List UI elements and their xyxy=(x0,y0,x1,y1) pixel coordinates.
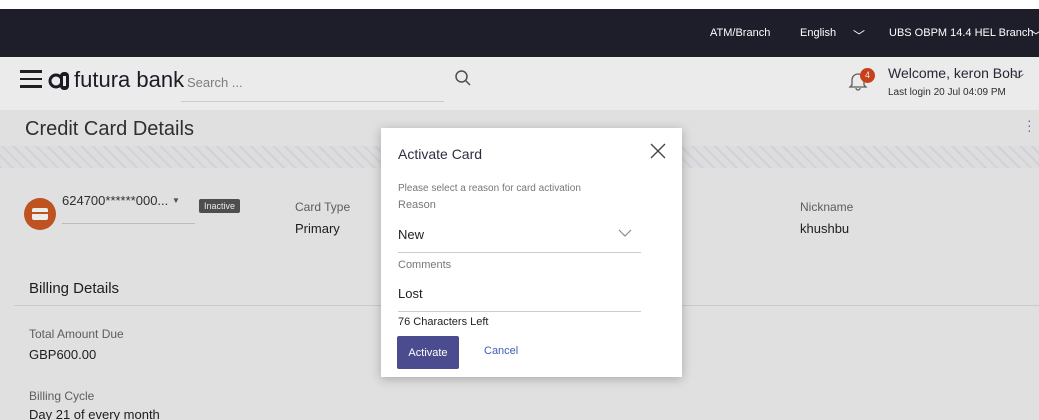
close-icon[interactable] xyxy=(649,142,667,160)
comments-label: Comments xyxy=(398,259,452,271)
reason-underline xyxy=(398,252,641,253)
chevron-down-icon[interactable] xyxy=(618,228,632,238)
activate-button[interactable]: Activate xyxy=(397,336,459,369)
reason-select[interactable]: New xyxy=(398,227,424,242)
atm-branch-link[interactable]: ATM/Branch xyxy=(710,27,770,39)
chevron-down-icon[interactable]: ﹀ xyxy=(1030,27,1039,44)
branch-selector[interactable]: UBS OBPM 14.4 HEL Branch xyxy=(889,27,1034,39)
activate-card-dialog: Activate Card Please select a reason for… xyxy=(381,128,682,377)
top-bar-strip xyxy=(0,0,1039,9)
top-bar: ATM/Branch English ﹀ UBS OBPM 14.4 HEL B… xyxy=(0,0,1039,57)
characters-left-text: 76 Characters Left xyxy=(398,316,489,328)
comments-underline xyxy=(398,311,641,312)
language-selector[interactable]: English xyxy=(800,27,836,39)
dialog-instruction: Please select a reason for card activati… xyxy=(398,183,581,194)
reason-label: Reason xyxy=(398,199,436,211)
cancel-link[interactable]: Cancel xyxy=(484,345,518,357)
chevron-down-icon[interactable]: ﹀ xyxy=(853,27,865,44)
dialog-title: Activate Card xyxy=(398,146,483,162)
comments-input[interactable]: Lost xyxy=(398,286,423,301)
